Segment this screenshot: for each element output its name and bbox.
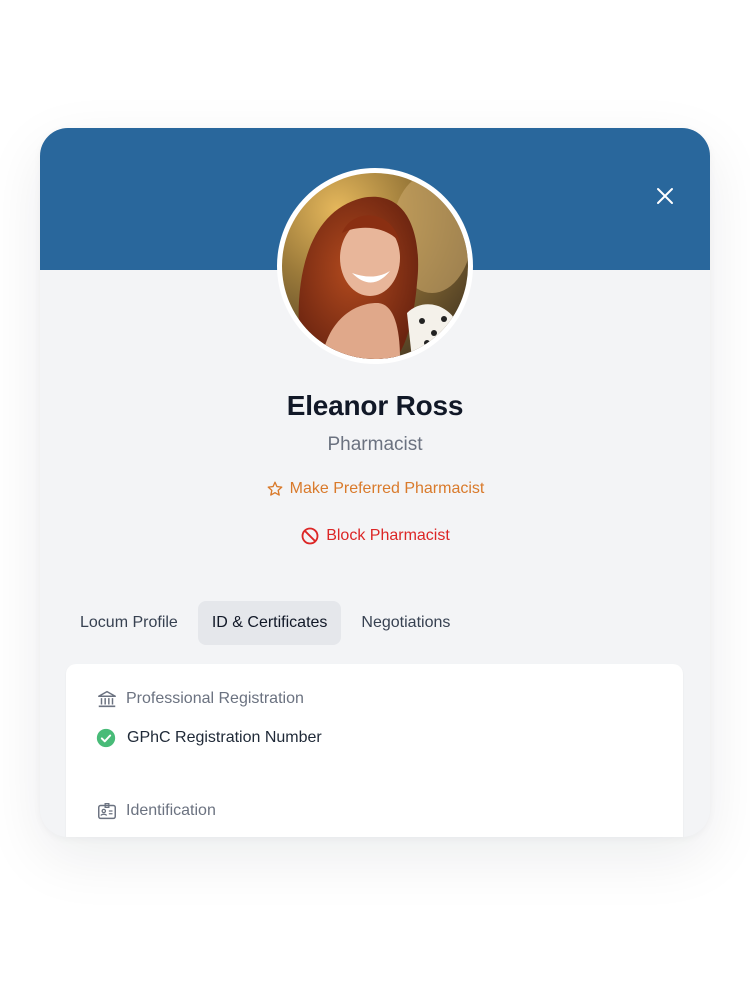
ban-icon: [301, 527, 319, 545]
block-button[interactable]: Block Pharmacist: [40, 526, 710, 546]
tab-locum-profile[interactable]: Locum Profile: [66, 601, 192, 645]
close-icon: [657, 188, 673, 204]
bank-icon: [98, 690, 116, 708]
profile-modal: Eleanor Ross Pharmacist Make Preferred P…: [40, 128, 710, 837]
make-preferred-label: Make Preferred Pharmacist: [289, 480, 485, 497]
identification-title-text: Identification: [126, 802, 216, 819]
registration-title-text: Professional Registration: [126, 690, 304, 707]
identification-section-title: Identification: [96, 800, 216, 822]
profile-name: Eleanor Ross: [286, 390, 464, 421]
block-label: Block Pharmacist: [326, 527, 450, 544]
gphc-registration-label: GPhC Registration Number: [127, 729, 322, 746]
certificates-card: Professional Registration GPhC Registrat…: [66, 664, 683, 837]
gphc-registration-item: GPhC Registration Number: [96, 728, 322, 748]
tab-id-certificates[interactable]: ID & Certificates: [197, 601, 342, 645]
tab-bar: Locum Profile ID & Certificates Negotiat…: [66, 601, 464, 645]
profile-role: Pharmacist: [327, 434, 423, 455]
star-icon: [267, 481, 283, 496]
registration-section-title: Professional Registration: [96, 688, 304, 710]
avatar: [277, 168, 473, 364]
id-card-icon: [98, 803, 116, 820]
avatar-photo: [282, 173, 468, 359]
tab-negotiations[interactable]: Negotiations: [347, 601, 464, 645]
check-circle-icon: [96, 728, 116, 748]
close-button[interactable]: [653, 184, 677, 208]
make-preferred-button[interactable]: Make Preferred Pharmacist: [40, 480, 710, 498]
